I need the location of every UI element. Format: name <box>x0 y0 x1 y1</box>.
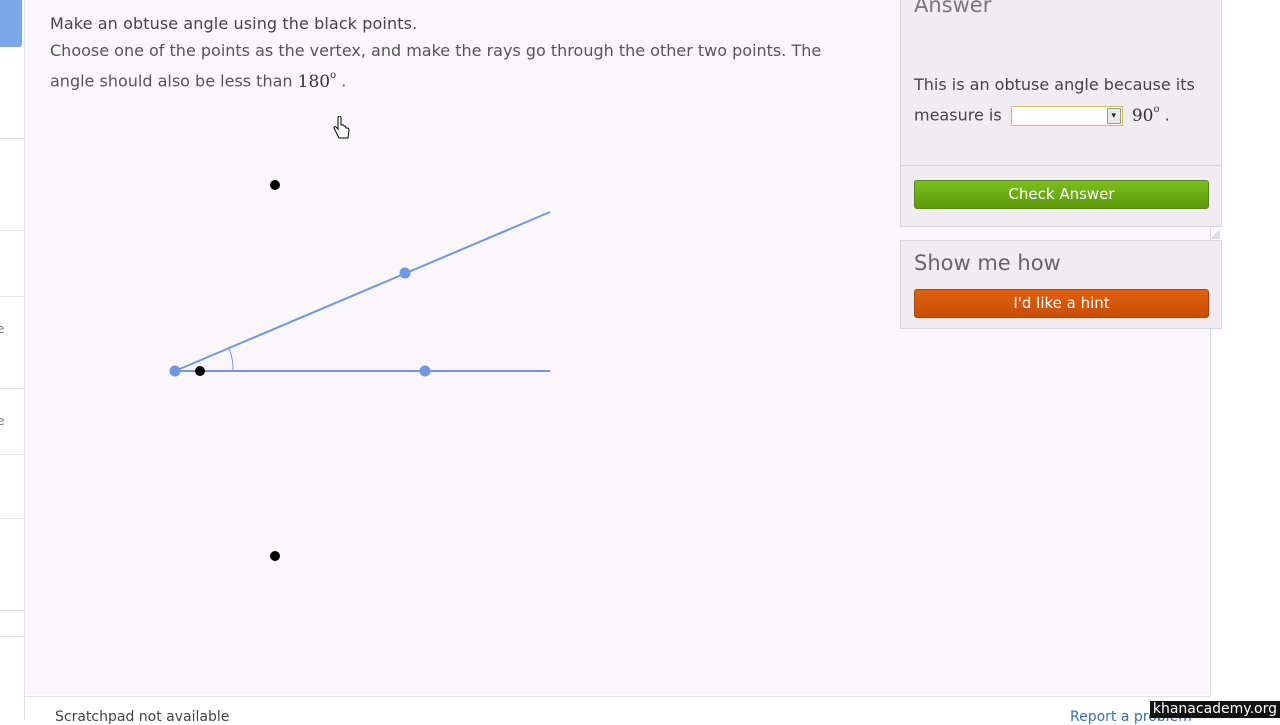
answer-statement: This is an obtuse angle because its meas… <box>914 71 1214 130</box>
left-nav-divider <box>0 296 24 297</box>
footer: Scratchpad not available Report a proble… <box>25 696 1210 725</box>
scratchpad-note: Scratchpad not available <box>55 709 230 725</box>
degree-symbol: o <box>1153 104 1160 115</box>
ray-upper[interactable] <box>174 211 551 372</box>
hint-panel: Show me how I'd like a hint <box>900 240 1222 329</box>
left-nav-divider <box>0 454 24 455</box>
answer-period: . <box>1164 105 1170 125</box>
check-answer-bar: Check Answer <box>900 165 1222 227</box>
black-point-vertex[interactable] <box>195 366 205 376</box>
angle-arc <box>228 347 234 372</box>
right-angle-value: 90 <box>1131 105 1154 126</box>
dropdown-arrow-icon[interactable]: ▾ <box>1106 108 1121 125</box>
left-nav-strip: e e <box>0 0 25 720</box>
check-answer-button[interactable]: Check Answer <box>914 180 1209 209</box>
answer-heading: Answer <box>914 0 992 17</box>
answer-panel: Answer This is an obtuse angle because i… <box>900 0 1222 166</box>
watermark-logo: khanacademy.org <box>1149 701 1280 718</box>
angle-graph[interactable] <box>25 0 625 620</box>
panel-corner-decoration <box>1210 229 1220 239</box>
hint-heading: Show me how <box>914 251 1061 275</box>
measure-dropdown[interactable]: ▾ <box>1010 106 1123 127</box>
hint-button[interactable]: I'd like a hint <box>914 289 1209 318</box>
left-nav-glyph: e <box>0 322 5 336</box>
hand-cursor-icon <box>333 116 350 139</box>
black-point-top[interactable] <box>270 180 280 190</box>
horizontal-ray-handle[interactable] <box>419 365 431 377</box>
left-nav-divider <box>0 636 24 637</box>
left-nav-glyph: e <box>0 414 5 428</box>
left-nav-divider <box>0 518 24 519</box>
vertex-handle[interactable] <box>169 365 181 377</box>
upper-ray-handle[interactable] <box>399 267 411 279</box>
left-nav-divider <box>0 388 24 389</box>
left-nav-divider <box>0 610 24 611</box>
left-nav-divider <box>0 138 24 139</box>
left-nav-active-tab[interactable] <box>0 0 22 47</box>
black-point-bottom[interactable] <box>270 551 280 561</box>
right-angle-math: 90o <box>1131 104 1160 126</box>
left-nav-divider <box>0 230 24 231</box>
